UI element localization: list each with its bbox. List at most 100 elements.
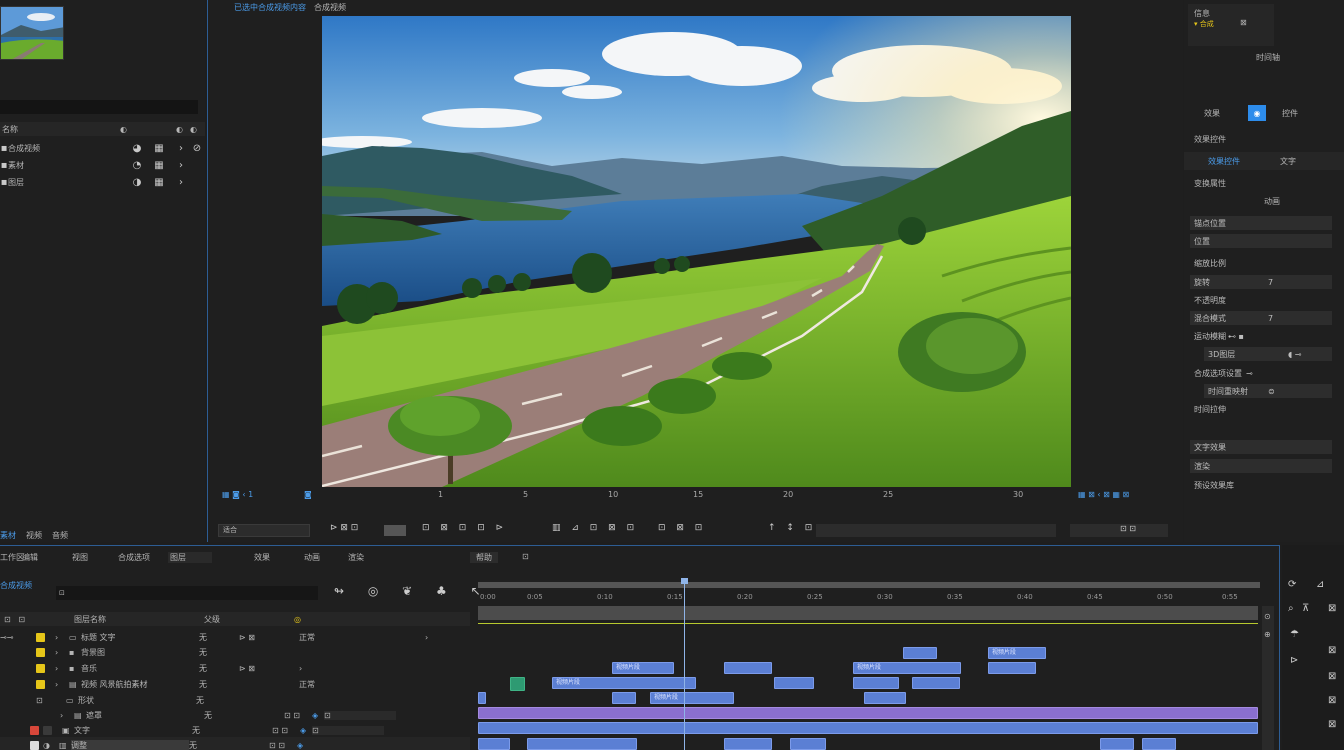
property-value[interactable]: 7 bbox=[1268, 278, 1273, 287]
clip[interactable] bbox=[527, 738, 637, 750]
property-row[interactable]: 运动模糊 ⊷ ▪ bbox=[1190, 329, 1332, 343]
label-swatch[interactable] bbox=[36, 632, 45, 642]
layer-name[interactable]: 调整 bbox=[71, 739, 189, 750]
property-row[interactable]: 不透明度 bbox=[1190, 293, 1332, 307]
tool-icon[interactable]: ⊠ bbox=[1328, 695, 1336, 706]
clip[interactable] bbox=[1100, 738, 1134, 750]
toggle-icon[interactable]: ⊜ bbox=[1268, 387, 1275, 396]
property-row[interactable]: 预设效果库 bbox=[1190, 478, 1332, 492]
subtab-effect[interactable]: 效果控件 bbox=[1208, 156, 1240, 167]
blue-toggle-icon[interactable]: ◈ bbox=[297, 741, 309, 750]
layer-row[interactable]: › ▪ 音乐 无 ⊳ ⊠ › bbox=[0, 660, 470, 676]
menu-tab[interactable]: 工作区 bbox=[0, 552, 24, 563]
layer-name[interactable]: 背景图 bbox=[81, 647, 199, 658]
project-col-a[interactable]: ◐ bbox=[120, 125, 176, 134]
property-field[interactable]: 3D图层 ◖ ⊸ bbox=[1204, 347, 1332, 361]
export-icons[interactable]: ⊡ ⊡ bbox=[1070, 524, 1168, 537]
layer-row[interactable]: ⊡ ▭ 形状 无 bbox=[0, 692, 470, 708]
layer-name[interactable]: 标题 文字 bbox=[81, 632, 199, 643]
project-footer-tab[interactable]: 素材 bbox=[0, 530, 16, 541]
chevron-right-icon[interactable]: › bbox=[60, 711, 74, 720]
chevron-right-icon[interactable]: › bbox=[172, 160, 190, 171]
layer-mode[interactable]: 正常 bbox=[299, 679, 315, 690]
clip[interactable]: 视频片段 bbox=[853, 662, 961, 674]
option-icons[interactable]: ⊡ bbox=[324, 710, 396, 720]
tool-icon[interactable]: ⊿ bbox=[1316, 579, 1324, 590]
label-swatch[interactable] bbox=[30, 725, 39, 735]
tool-icon[interactable]: ⊼ bbox=[1302, 603, 1309, 614]
menu-tab[interactable]: 帮助 bbox=[470, 552, 498, 563]
project-col-name[interactable]: 名称 bbox=[2, 124, 120, 135]
project-footer-tab[interactable]: 视频 bbox=[26, 530, 42, 541]
project-col-c[interactable]: ◐ bbox=[190, 125, 197, 134]
timeline-tools[interactable]: ↬ ◎ ❦ ♣ ↖ bbox=[334, 584, 491, 598]
layer-row[interactable]: › ▪ 背景图 无 bbox=[0, 644, 470, 660]
col-layer-name[interactable]: 图层名称 bbox=[74, 614, 204, 625]
chevron-right-icon[interactable]: › bbox=[425, 633, 428, 642]
color-swatch[interactable] bbox=[384, 525, 406, 536]
option-icons[interactable]: ⊡ bbox=[312, 725, 384, 735]
menu-tab[interactable]: 编辑 bbox=[22, 552, 38, 563]
chevron-right-icon[interactable]: › bbox=[172, 177, 190, 188]
nav-icons[interactable]: ↑ ↕ ⊡ bbox=[768, 523, 816, 533]
chevron-right-icon[interactable]: › bbox=[55, 680, 69, 689]
option-icons[interactable]: ⊡ ⊡ bbox=[272, 726, 300, 735]
clip[interactable] bbox=[478, 738, 510, 750]
menu-tab[interactable]: 效果 bbox=[254, 552, 270, 563]
option-icons[interactable]: ⊡ ⊡ bbox=[269, 741, 297, 750]
layer-parent[interactable]: 无 bbox=[192, 725, 232, 736]
clip[interactable] bbox=[853, 677, 899, 689]
layer-name[interactable]: 文字 bbox=[74, 725, 192, 736]
layer-parent[interactable]: 无 bbox=[204, 710, 244, 721]
tab-effects[interactable]: 效果 bbox=[1204, 108, 1220, 119]
menu-tab[interactable]: ⊡ bbox=[522, 552, 529, 561]
property-row[interactable]: 时间拉伸 bbox=[1190, 402, 1332, 416]
layer-mode[interactable]: 正常 bbox=[299, 632, 425, 643]
clip[interactable]: 视频片段 bbox=[650, 692, 734, 704]
clip[interactable] bbox=[988, 662, 1036, 674]
chevron-right-icon[interactable]: › bbox=[172, 143, 190, 154]
menu-tab[interactable]: 合成选项 bbox=[118, 552, 150, 563]
property-row[interactable]: 文字效果 bbox=[1190, 440, 1332, 454]
clip[interactable] bbox=[774, 677, 814, 689]
project-search-bar[interactable] bbox=[0, 100, 198, 114]
property-row[interactable]: 渲染 bbox=[1190, 459, 1332, 473]
tool-icon[interactable]: ⊠ bbox=[1328, 645, 1336, 656]
layer-row[interactable]: ⊸⊸ › ▭ 标题 文字 无 ⊳ ⊠ 正常 › bbox=[0, 629, 470, 645]
work-area-bar[interactable] bbox=[478, 582, 1260, 588]
menu-tab[interactable]: 渲染 bbox=[348, 552, 364, 563]
slider-icon[interactable]: ⊸ bbox=[1246, 369, 1253, 378]
tool-icon[interactable]: ⊠ bbox=[1328, 671, 1336, 682]
layer-name[interactable]: 视频 风景航拍素材 bbox=[81, 679, 199, 690]
project-item[interactable]: ▪ 素材 ◔ ▦ › bbox=[0, 157, 205, 173]
slider-icon[interactable]: ⊷ ▪ bbox=[1228, 332, 1244, 341]
chevron-right-icon[interactable]: › bbox=[55, 633, 69, 642]
time-ruler[interactable] bbox=[478, 582, 1260, 608]
clip[interactable] bbox=[1142, 738, 1176, 750]
layer-parent[interactable]: 无 bbox=[189, 740, 229, 750]
eye-icon[interactable]: ⊸⊸ bbox=[0, 633, 36, 642]
switch-icons[interactable]: ⊳ ⊠ bbox=[239, 664, 299, 673]
label-swatch[interactable] bbox=[36, 679, 45, 689]
chevron-right-icon[interactable]: › bbox=[299, 664, 302, 673]
label-swatch[interactable] bbox=[36, 647, 45, 657]
clip[interactable] bbox=[510, 677, 525, 691]
clip[interactable]: 视频片段 bbox=[612, 662, 674, 674]
col-parent[interactable]: 父级 bbox=[204, 614, 294, 625]
property-row[interactable]: 时间重映射 ⊜ bbox=[1190, 384, 1332, 398]
grid-icon[interactable]: ▦ ◙ ‹ 1 bbox=[222, 490, 253, 499]
property-row[interactable]: 3D图层 ◖ ⊸ bbox=[1190, 347, 1332, 361]
property-row[interactable]: 缩放比例 bbox=[1190, 256, 1332, 270]
clip[interactable] bbox=[478, 707, 1258, 719]
layer-name[interactable]: 遮罩 bbox=[86, 710, 204, 721]
tool-icon[interactable]: ⊠ bbox=[1328, 719, 1336, 730]
clip[interactable] bbox=[912, 677, 960, 689]
tool-icons[interactable]: ⊡ ⊠ ⊡ ⊡ ⊳ bbox=[422, 523, 507, 533]
layer-parent[interactable]: 无 bbox=[199, 647, 207, 658]
project-thumbnail[interactable] bbox=[0, 6, 64, 60]
solo-icon[interactable]: ◑ bbox=[43, 741, 59, 750]
switch-icons[interactable]: ⊳ ⊠ bbox=[239, 633, 299, 642]
layer-name[interactable]: 形状 bbox=[78, 695, 196, 706]
tool-icon[interactable]: ⊳ bbox=[1290, 655, 1298, 666]
property-row[interactable]: 旋转 7 bbox=[1190, 275, 1332, 289]
